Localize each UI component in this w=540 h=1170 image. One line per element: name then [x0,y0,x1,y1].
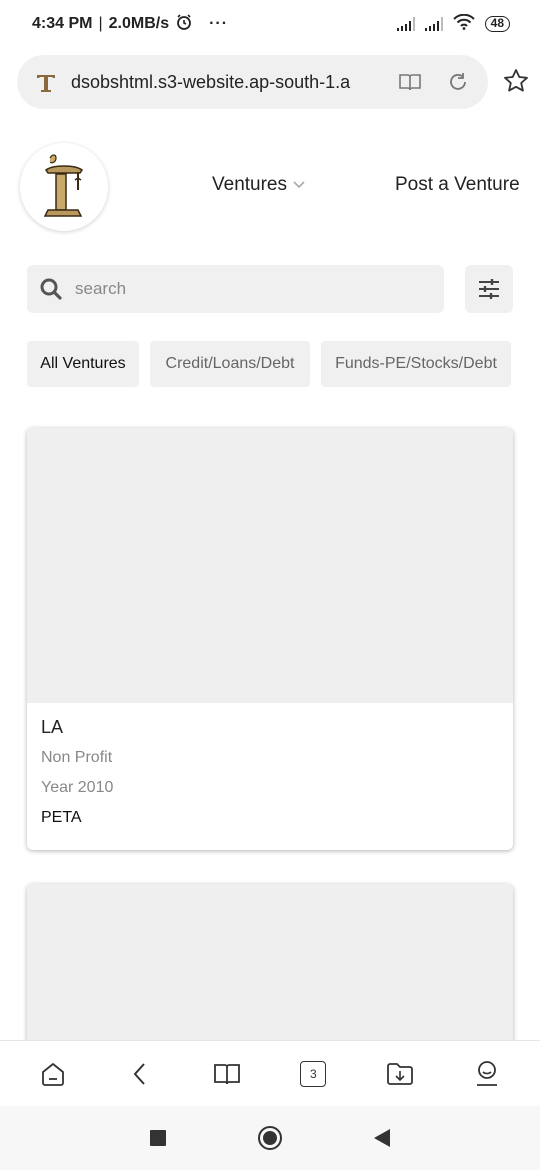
downloads-icon[interactable] [384,1058,416,1090]
system-back-icon[interactable] [374,1129,390,1147]
recents-icon[interactable] [150,1130,166,1146]
url-text[interactable]: dsobshtml.s3-website.ap-south-1.a [71,72,376,93]
nav-post-venture[interactable]: Post a Venture [395,174,520,196]
venture-category: Non Profit [41,749,113,766]
search-icon [40,278,62,300]
signal-icon [396,17,415,31]
tab-funds-pe-stocks-debt[interactable]: Funds-PE/Stocks/Debt [321,341,511,387]
tab-credit-loans-debt[interactable]: Credit/Loans/Debt [150,341,310,387]
profile-icon[interactable] [471,1058,503,1090]
reader-icon[interactable] [396,68,424,96]
filter-button[interactable] [465,265,513,313]
venture-card[interactable]: LA Non Profit Year 2010 PETA [27,428,513,850]
home-icon[interactable] [37,1058,69,1090]
browser-address-bar[interactable]: dsobshtml.s3-website.ap-south-1.a [17,55,488,109]
browser-toolbar: 3 [0,1040,540,1106]
tabs-icon[interactable]: 3 [297,1058,329,1090]
venture-card-body: LA Non Profit Year 2010 PETA [27,703,513,839]
more-dots: ··· [209,15,229,32]
status-right: 48 [396,13,510,35]
status-separator: | [98,15,103,32]
venture-year: Year 2010 [41,779,114,796]
lamp-logo-icon [43,154,84,217]
site-favicon [33,69,59,95]
site-logo[interactable] [20,143,108,231]
nav-ventures[interactable]: Ventures [212,174,305,196]
status-bar: 4:34 PM | 2.0MB/s ··· 48 [0,0,540,48]
status-time: 4:34 PM [32,15,93,32]
search-input[interactable] [75,279,432,299]
system-nav-bar [0,1106,540,1170]
tab-all-ventures[interactable]: All Ventures [27,341,139,387]
battery-icon: 48 [484,16,510,32]
star-icon[interactable] [502,67,530,95]
nav-ventures-label: Ventures [212,174,287,195]
venture-title: LA [41,717,64,737]
search-box[interactable] [27,265,444,313]
back-icon[interactable] [124,1058,156,1090]
status-speed: 2.0MB/s [108,15,170,32]
status-left: 4:34 PM | 2.0MB/s ··· [32,13,228,36]
alarm-icon [175,13,193,36]
reload-icon[interactable] [444,68,472,96]
bookmarks-icon[interactable] [211,1058,243,1090]
venture-image-placeholder [27,428,513,703]
system-home-icon[interactable] [258,1126,282,1150]
signal-icon [424,17,443,31]
wifi-icon [452,13,475,35]
sliders-icon [479,279,499,299]
chevron-down-icon [293,181,305,189]
venture-org: PETA [41,809,82,826]
tab-count: 3 [300,1060,327,1087]
